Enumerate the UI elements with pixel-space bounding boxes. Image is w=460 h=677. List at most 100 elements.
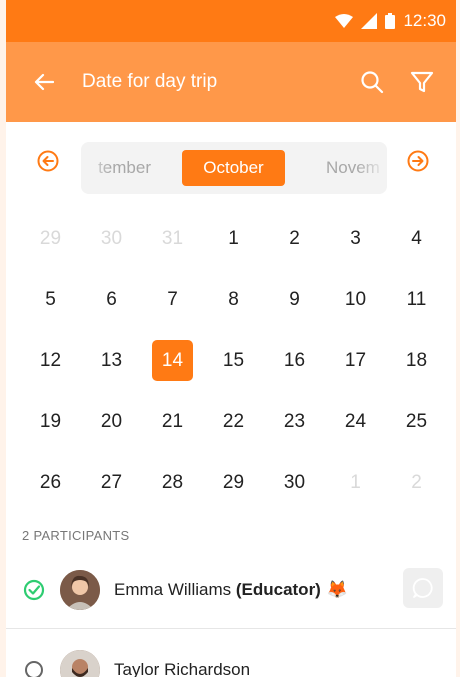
arrow-left-icon [34, 73, 54, 91]
calendar-day-number: 29 [39, 227, 62, 249]
calendar-day[interactable]: 24 [325, 401, 386, 443]
calendar-day[interactable]: 15 [203, 340, 264, 382]
calendar-day[interactable]: 28 [142, 462, 203, 504]
participant-name-text: Taylor Richardson [114, 660, 251, 677]
calendar-day-number: 9 [289, 288, 300, 310]
calendar-day-number: 25 [405, 410, 428, 432]
calendar-week: 19 20 21 22 23 24 25 [20, 391, 456, 452]
calendar-day-number: 19 [39, 410, 62, 432]
calendar-day-number: 13 [100, 349, 123, 371]
calendar-day-number: 30 [283, 471, 306, 493]
calendar-day: 29 [20, 218, 81, 260]
calendar-day[interactable]: 9 [264, 279, 325, 321]
participant-name-text: Emma Williams [114, 580, 232, 599]
calendar-day: 2 [386, 462, 447, 504]
back-button[interactable] [32, 64, 56, 100]
calendar-day[interactable]: 18 [386, 340, 447, 382]
battery-icon [385, 13, 396, 29]
avatar [60, 570, 100, 610]
calendar-day[interactable]: 30 [264, 462, 325, 504]
month-current-label[interactable]: October [182, 150, 285, 186]
search-button[interactable] [354, 64, 390, 100]
wifi-icon [335, 14, 354, 28]
divider [6, 628, 456, 629]
calendar-day[interactable]: 2 [264, 218, 325, 260]
next-month-button[interactable] [403, 146, 433, 176]
calendar-day[interactable]: 26 [20, 462, 81, 504]
filter-button[interactable] [404, 64, 440, 100]
strip-fade-right [357, 142, 387, 194]
calendar-day: 1 [325, 462, 386, 504]
calendar-day[interactable]: 5 [20, 279, 81, 321]
calendar-day[interactable]: 11 [386, 279, 447, 321]
calendar-day-number: 17 [344, 349, 367, 371]
calendar-day-number: 27 [100, 471, 123, 493]
calendar-day-selected[interactable]: 14 [142, 340, 203, 382]
calendar-day-number: 4 [411, 227, 422, 249]
calendar-day[interactable]: 13 [81, 340, 142, 382]
calendar-day[interactable]: 16 [264, 340, 325, 382]
calendar-day-number: 10 [344, 288, 367, 310]
status-bar: 12:30 [6, 0, 456, 42]
calendar-day-number: 21 [161, 410, 184, 432]
participant-name: Taylor Richardson [114, 660, 250, 677]
calendar-day[interactable]: 25 [386, 401, 447, 443]
participant-row[interactable]: Taylor Richardson [6, 640, 456, 677]
calendar-day[interactable]: 10 [325, 279, 386, 321]
calendar-day[interactable]: 8 [203, 279, 264, 321]
status-time: 12:30 [403, 11, 446, 30]
message-button[interactable] [403, 568, 443, 608]
calendar-day-number: 11 [406, 288, 427, 310]
calendar-day-number: 20 [100, 410, 123, 432]
calendar-day-number: 3 [350, 227, 361, 249]
filter-icon [410, 71, 434, 93]
calendar-day[interactable]: 22 [203, 401, 264, 443]
calendar-day[interactable]: 21 [142, 401, 203, 443]
calendar-day-number: 28 [161, 471, 184, 493]
calendar-day[interactable]: 7 [142, 279, 203, 321]
calendar-day-number: 24 [344, 410, 367, 432]
calendar-day-number: 8 [228, 288, 239, 310]
calendar-day-number: 31 [161, 227, 184, 249]
calendar-week: 26 27 28 29 30 1 2 [20, 452, 456, 513]
calendar-day-number: 14 [152, 340, 193, 381]
calendar-day[interactable]: 6 [81, 279, 142, 321]
calendar-day[interactable]: 20 [81, 401, 142, 443]
month-strip[interactable]: tember October Novem [81, 142, 387, 194]
page-title: Date for day trip [82, 71, 218, 92]
calendar-day-number: 15 [222, 349, 245, 371]
calendar-day[interactable]: 27 [81, 462, 142, 504]
calendar-day-number: 23 [283, 410, 306, 432]
participant-name: Emma Williams (Educator) [114, 580, 321, 600]
calendar-day[interactable]: 29 [203, 462, 264, 504]
check-circle-icon[interactable] [22, 578, 46, 602]
phone-screen: 12:30 Date for day trip tember October N… [6, 0, 456, 677]
calendar-day-number: 29 [222, 471, 245, 493]
calendar-day[interactable]: 1 [203, 218, 264, 260]
avatar [60, 650, 100, 677]
calendar-day[interactable]: 3 [325, 218, 386, 260]
chat-bubble-icon [412, 578, 433, 598]
calendar-day-number: 16 [283, 349, 306, 371]
unchecked-circle-icon[interactable] [22, 658, 46, 677]
calendar-day-number: 5 [45, 288, 56, 310]
calendar-day[interactable]: 17 [325, 340, 386, 382]
calendar-day-number: 1 [350, 471, 361, 493]
calendar-day: 31 [142, 218, 203, 260]
participant-role: (Educator) [235, 580, 321, 599]
calendar-day-number: 6 [106, 288, 117, 310]
month-navigator: tember October Novem [6, 122, 456, 202]
signal-icon [361, 13, 378, 29]
participant-row[interactable]: Emma Williams (Educator) 🦊 [6, 560, 456, 620]
arrow-right-circle-icon [407, 150, 429, 172]
participants-header: 2 PARTICIPANTS [22, 528, 130, 543]
calendar-day[interactable]: 4 [386, 218, 447, 260]
calendar-week: 29 30 31 1 2 3 4 [20, 208, 456, 269]
calendar-day-number: 2 [411, 471, 422, 493]
calendar-day[interactable]: 23 [264, 401, 325, 443]
calendar-day-number: 1 [228, 227, 239, 249]
calendar-day[interactable]: 12 [20, 340, 81, 382]
calendar-day[interactable]: 19 [20, 401, 81, 443]
app-bar: Date for day trip [6, 42, 456, 122]
previous-month-button[interactable] [33, 146, 63, 176]
